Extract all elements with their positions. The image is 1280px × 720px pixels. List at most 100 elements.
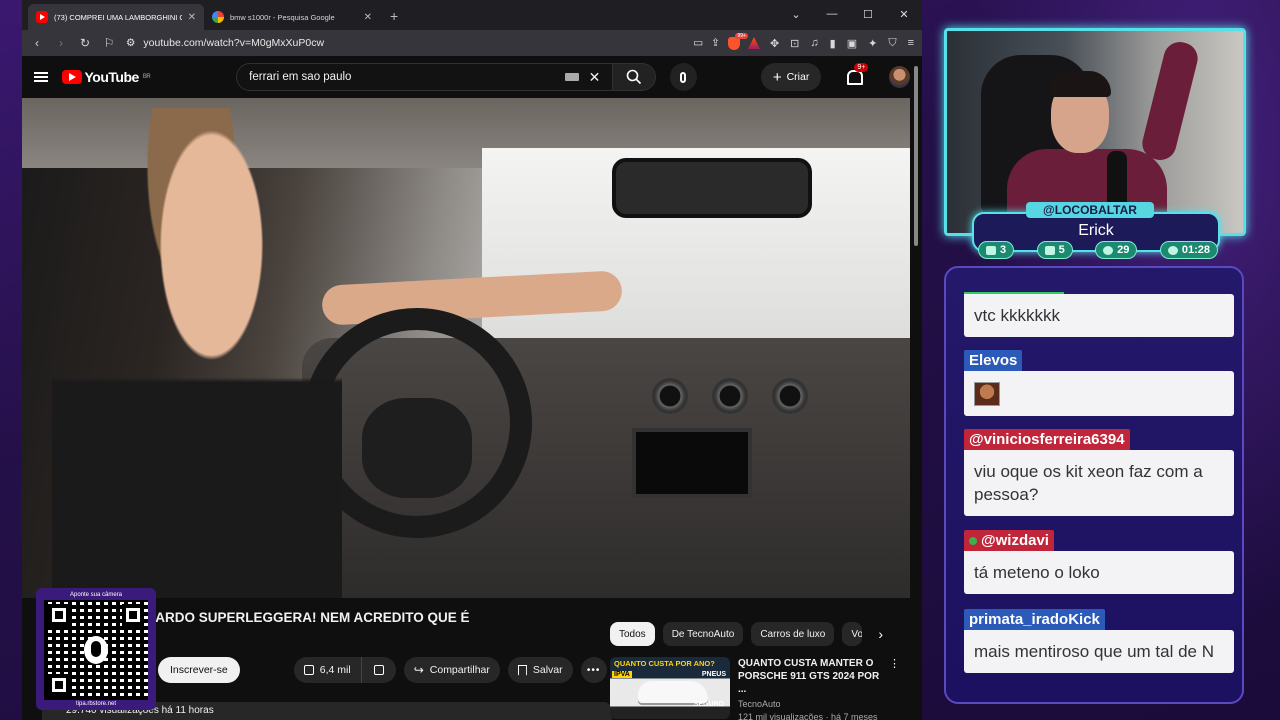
extensions-icon[interactable]: ✥ <box>770 37 779 50</box>
create-button[interactable]: + Criar <box>760 63 822 91</box>
qr-finder <box>122 604 144 626</box>
chat-icon <box>986 245 996 255</box>
wallet-icon[interactable]: ▣ <box>847 37 857 50</box>
chip-all[interactable]: Todos <box>610 622 655 646</box>
video-frame-wheel-hub <box>362 398 472 498</box>
chat-message: primata_iradoKick mais mentiroso que um … <box>964 609 1234 673</box>
more-actions-button[interactable]: ••• <box>580 657 607 683</box>
notifications-bell-icon[interactable]: 9+ <box>845 63 869 85</box>
related-filter-chips: Todos De TecnoAuto Carros de luxo Volt › <box>610 622 883 646</box>
new-tab-button[interactable]: + <box>390 8 398 24</box>
stat-value: 29 <box>1117 244 1130 256</box>
close-tab-icon[interactable]: ✕ <box>364 12 372 23</box>
chat-author: @viniciosferreira6394 <box>964 429 1130 450</box>
video-thumbnail[interactable]: QUANTO CUSTA POR ANO? IPVA PNEUS SEGURO <box>610 657 730 719</box>
recommendation-views: 121 mil visualizações · há 7 meses <box>738 712 878 720</box>
brave-rewards-icon[interactable]: 4 <box>747 37 760 49</box>
chip-from-channel[interactable]: De TecnoAuto <box>662 622 744 646</box>
keyboard-icon[interactable] <box>564 73 579 81</box>
qr-code <box>44 600 148 700</box>
save-button[interactable]: Salvar <box>507 657 573 683</box>
emote-icon <box>974 381 1000 406</box>
chat-message: @wizdavi tá meteno o loko <box>964 530 1234 594</box>
tab-youtube[interactable]: (73) COMPREI UMA LAMBORGHINI GA ✕ <box>28 4 204 30</box>
chat-author: primata_iradoKick <box>964 609 1105 630</box>
vpn-icon[interactable]: ⛉ <box>888 37 896 50</box>
chat-message-text: vtc kkkkkkk <box>964 294 1234 337</box>
recommendation-meta: QUANTO CUSTA MANTER O PORSCHE 911 GTS 20… <box>738 657 881 720</box>
screenshot-icon[interactable]: ⊡ <box>790 37 799 50</box>
youtube-play-icon <box>61 70 82 84</box>
sidebar-icon[interactable]: ▮ <box>830 37 836 50</box>
search-button[interactable] <box>613 63 656 91</box>
chat-message: Elevos <box>964 350 1234 416</box>
avatar[interactable] <box>888 66 910 88</box>
minimize-button[interactable]: — <box>814 0 850 28</box>
window-controls: ⌄ — ☐ ✕ <box>778 0 922 28</box>
chat-message-text: mais mentiroso que um tal de N <box>964 630 1234 673</box>
recommended-video[interactable]: QUANTO CUSTA POR ANO? IPVA PNEUS SEGURO … <box>610 657 900 720</box>
chevron-right-icon[interactable]: › <box>878 626 883 642</box>
recommendation-channel[interactable]: TecnoAuto <box>738 699 881 709</box>
menu-icon[interactable]: ≡ <box>908 37 914 49</box>
stream-stats: 3 5 29 01:28 <box>978 241 1218 259</box>
close-window-button[interactable]: ✕ <box>886 0 922 28</box>
chat-message-text: tá meteno o loko <box>964 551 1234 594</box>
like-dislike-group: 6,4 mil <box>293 657 396 683</box>
brave-shields-icon[interactable]: 99+ <box>727 32 748 50</box>
stat-heart: 29 <box>1095 241 1138 259</box>
cast-icon[interactable]: ▭ <box>693 37 703 49</box>
chip-partial[interactable]: Volt <box>842 622 863 646</box>
like-button[interactable]: 6,4 mil <box>293 657 362 683</box>
share-icon[interactable]: ⇪ <box>711 37 720 49</box>
thumbnail-text: QUANTO CUSTA POR ANO? <box>614 659 715 668</box>
share-button[interactable]: ↪ Compartilhar <box>403 657 500 683</box>
car-image <box>638 681 708 703</box>
chat-author: Elevos <box>964 350 1023 371</box>
forward-button[interactable]: › <box>54 36 68 50</box>
reload-button[interactable]: ↻ <box>78 36 92 50</box>
share-arrow-icon: ↪ <box>413 663 424 677</box>
leo-ai-icon[interactable]: ✦ <box>868 37 877 50</box>
clear-search-icon[interactable]: ✕ <box>589 69 601 86</box>
search-input[interactable]: ferrari em sao paulo ✕ <box>236 63 614 91</box>
maximize-button[interactable]: ☐ <box>850 0 886 28</box>
stat-timer: 01:28 <box>1159 241 1218 259</box>
qr-finder <box>48 604 70 626</box>
close-tab-icon[interactable]: ✕ <box>188 12 196 23</box>
chat-message-text <box>964 371 1234 416</box>
back-button[interactable]: ‹ <box>30 36 44 50</box>
chat-message-text: viu oque os kit xeon faz com a pessoa? <box>964 450 1234 516</box>
chat-message: @viniciosferreira6394 viu oque os kit xe… <box>964 429 1234 516</box>
more-options-icon[interactable]: ⋮ <box>889 657 900 720</box>
stat-value: 01:28 <box>1181 244 1210 256</box>
microphone-icon <box>84 636 108 664</box>
browser-window: (73) COMPREI UMA LAMBORGHINI GA ✕ bmw s1… <box>22 0 922 720</box>
video-player[interactable] <box>22 98 910 598</box>
voice-search-button[interactable] <box>669 63 697 91</box>
qr-finder <box>48 674 70 696</box>
menu-icon[interactable] <box>34 72 48 82</box>
video-frame-mirror <box>612 158 812 218</box>
chevron-down-icon[interactable]: ⌄ <box>778 0 814 28</box>
address-bar[interactable]: ⚙ youtube.com/watch?v=M0gMxXuP0cw ▭ ⇪ 99… <box>126 32 760 53</box>
extension-icons: ✥ ⊡ ♫ ▮ ▣ ✦ ⛉ ≡ <box>770 37 914 50</box>
scrollbar-thumb[interactable] <box>914 66 918 246</box>
badge-icon <box>969 537 977 545</box>
google-icon <box>212 11 224 23</box>
qr-site: tipa.rbstore.net <box>75 701 117 707</box>
page-scrollbar[interactable] <box>912 56 920 720</box>
recommendation-title[interactable]: QUANTO CUSTA MANTER O PORSCHE 911 GTS 20… <box>738 657 881 696</box>
music-icon[interactable]: ♫ <box>810 37 818 49</box>
dislike-button[interactable] <box>361 657 396 683</box>
chat-panel: vtc kkkkkkk Elevos @viniciosferreira6394… <box>944 266 1244 704</box>
tab-google[interactable]: bmw s1000r - Pesquisa Google ✕ <box>204 4 380 30</box>
streamer-handle: @LOCOBALTAR <box>1026 202 1154 218</box>
thumbnail-tag: SEGURO <box>693 701 724 708</box>
youtube-logo[interactable]: YouTube BR <box>61 69 151 85</box>
subscribe-button[interactable]: Inscrever-se <box>158 657 240 683</box>
thumbnail-tag: PNEUS <box>701 671 726 678</box>
bookmark-icon[interactable]: ⚐ <box>102 36 116 50</box>
site-info-icon[interactable]: ⚙ <box>126 37 135 49</box>
chip-luxury-cars[interactable]: Carros de luxo <box>751 622 835 646</box>
